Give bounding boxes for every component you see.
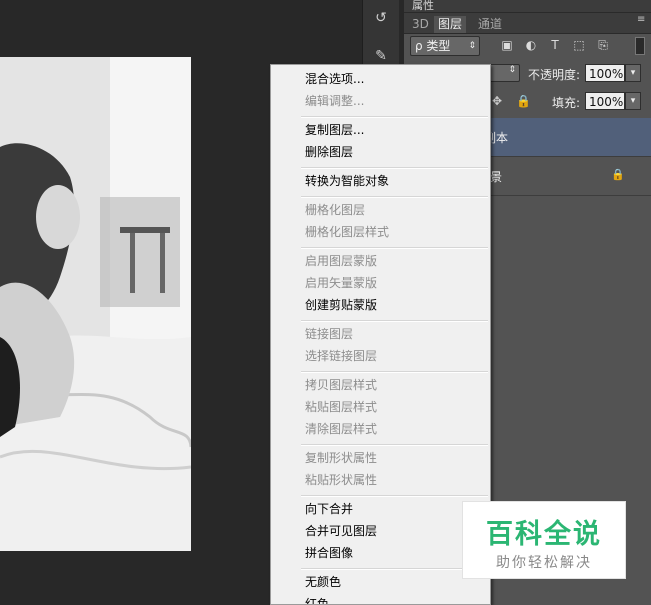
opacity-field[interactable]: 100% (585, 64, 625, 82)
opacity-label: 不透明度: (528, 68, 581, 82)
tab-3d[interactable]: 3D (408, 16, 433, 33)
menu-item[interactable]: 向下合并 (305, 501, 353, 517)
menu-item[interactable]: 复制形状属性 (305, 450, 377, 466)
menu-separator (301, 568, 488, 570)
menu-item[interactable]: 启用矢量蒙版 (305, 275, 377, 291)
properties-tab[interactable]: 属性 (412, 0, 434, 13)
adjustment-filter-icon[interactable]: ◐ (524, 38, 538, 52)
fill-dropdown[interactable]: ▾ (625, 92, 641, 110)
type-filter-icon[interactable]: T (548, 38, 562, 52)
menu-item[interactable]: 粘贴形状属性 (305, 472, 377, 488)
menu-item[interactable]: 红色 (305, 596, 329, 604)
tab-channels[interactable]: 通道 (474, 16, 506, 33)
menu-separator (301, 495, 488, 497)
menu-item[interactable]: 栅格化图层 (305, 202, 365, 218)
canvas-photo (0, 57, 191, 551)
shape-filter-icon[interactable]: ⬚ (572, 38, 586, 52)
lock-position-icon[interactable]: ✥ (492, 94, 502, 108)
filter-label: ρ 类型 (415, 39, 451, 53)
menu-separator (301, 320, 488, 322)
menu-item[interactable]: 链接图层 (305, 326, 353, 342)
menu-separator (301, 196, 488, 198)
smart-object-filter-icon[interactable]: ⎘ (596, 38, 610, 52)
lock-icon: 🔒 (611, 168, 625, 181)
opacity-dropdown[interactable]: ▾ (625, 64, 641, 82)
menu-item[interactable]: 清除图层样式 (305, 421, 377, 437)
layer-filter-select[interactable]: ρ 类型 ⇕ (410, 36, 480, 56)
menu-item[interactable]: 粘贴图层样式 (305, 399, 377, 415)
menu-separator (301, 167, 488, 169)
watermark-title: 百科全说 (486, 519, 602, 550)
watermark-subtitle: 助你轻松解决 (496, 555, 592, 571)
menu-item[interactable]: 复制图层... (305, 122, 364, 138)
menu-item[interactable]: 编辑调整... (305, 93, 364, 109)
panel-menu-icon[interactable]: ≡ (637, 15, 647, 25)
menu-item[interactable]: 栅格化图层样式 (305, 224, 389, 240)
menu-item[interactable]: 创建剪贴蒙版 (305, 297, 377, 313)
menu-separator (301, 444, 488, 446)
menu-item[interactable]: 拼合图像 (305, 545, 353, 561)
tab-layers[interactable]: 图层 (434, 16, 467, 33)
menu-item[interactable]: 转换为智能对象 (305, 173, 389, 189)
panel-tabs: 3D 图层 通道 ≡ (404, 13, 651, 34)
filter-toggle[interactable] (635, 37, 645, 55)
menu-item[interactable]: 无颜色 (305, 574, 341, 590)
image-filter-icon[interactable]: ▣ (500, 38, 514, 52)
menu-item[interactable]: 选择链接图层 (305, 348, 377, 364)
fill-field[interactable]: 100% (585, 92, 625, 110)
updown-icon: ⇕ (468, 41, 476, 51)
layer-name: 景 (490, 170, 503, 184)
fill-label: 填充: (552, 96, 581, 110)
panel-header: 属性 (404, 0, 651, 13)
menu-separator (301, 116, 488, 118)
layer-context-menu: 混合选项... 编辑调整... 复制图层... 删除图层转换为智能对象 栅格化图层栅格化… (270, 64, 491, 605)
menu-item[interactable]: 拷贝图层样式 (305, 377, 377, 393)
lock-all-icon[interactable]: 🔒 (516, 94, 531, 108)
menu-separator (301, 247, 488, 249)
menu-item[interactable]: 混合选项... (305, 71, 364, 87)
menu-item[interactable]: 启用图层蒙版 (305, 253, 377, 269)
menu-separator (301, 371, 488, 373)
menu-item[interactable]: 删除图层 (305, 144, 353, 160)
updown-icon: ⇕ (508, 65, 516, 75)
history-icon[interactable]: ↺ (369, 6, 393, 30)
watermark-logo: 百科全说 助你轻松解决 (462, 501, 626, 579)
layer-filter-row: ρ 类型 ⇕ ▣ ◐ T ⬚ ⎘ (404, 34, 651, 58)
menu-item[interactable]: 合并可见图层 (305, 523, 377, 539)
